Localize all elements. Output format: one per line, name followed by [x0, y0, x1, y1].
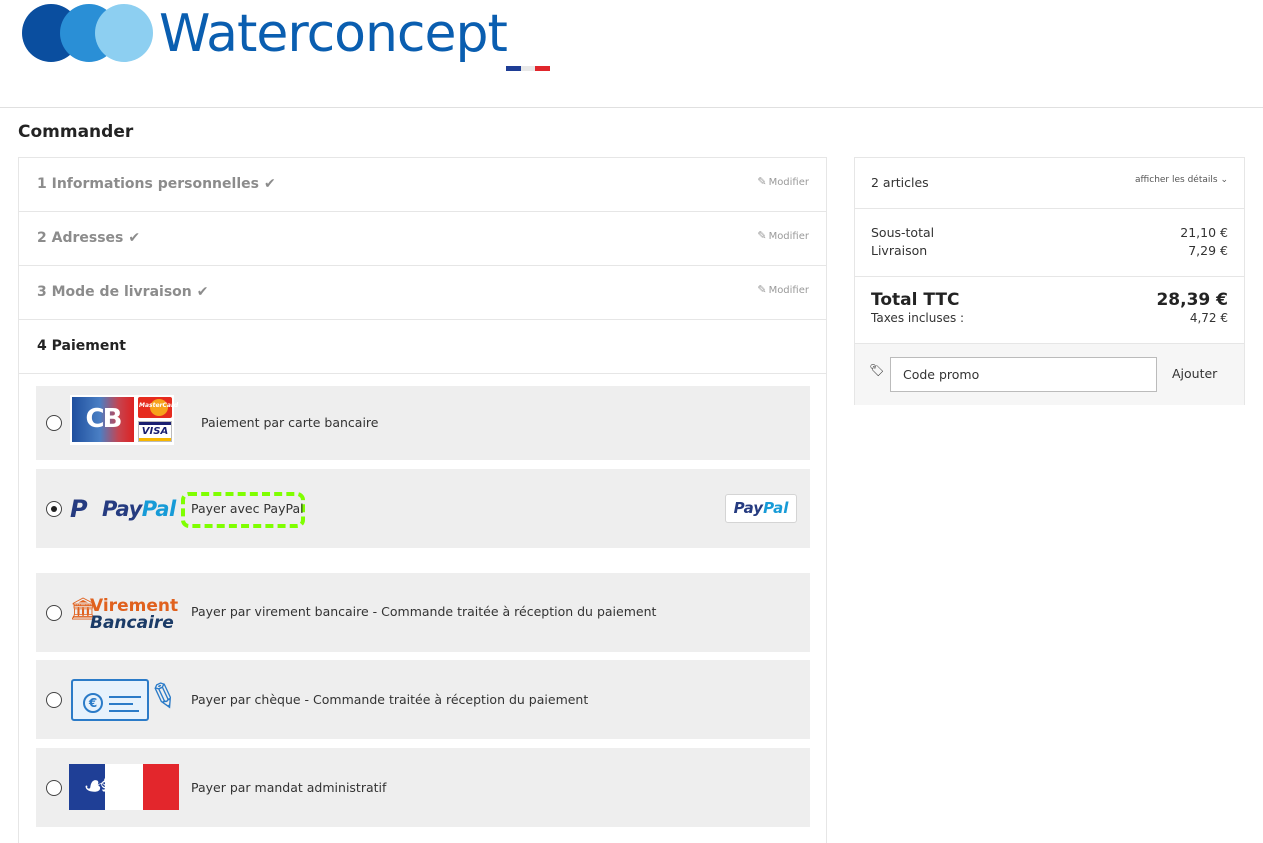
step-label: 3 Mode de livraison	[37, 284, 192, 300]
edit-step-link[interactable]: ✎ Modifier	[757, 175, 809, 188]
total-value: 28,39 €	[1156, 290, 1228, 310]
subtotal-row: Sous-total 21,10 €	[871, 225, 1228, 240]
payment-label-mandate: Payer par mandat administratif	[191, 780, 387, 795]
cart-summary: 2 articles afficher les détails ⌄ Sous-t…	[854, 157, 1245, 405]
edit-label: Modifier	[768, 285, 809, 296]
cb-logo: CB	[72, 397, 134, 442]
shipping-row: Livraison 7,29 €	[871, 243, 1228, 258]
subtotal-label: Sous-total	[871, 225, 935, 240]
pen-icon: ✎	[143, 673, 184, 721]
step-title: 1 Informations personnelles ✔	[37, 176, 276, 192]
edit-step-link[interactable]: ✎ Modifier	[757, 229, 809, 242]
paypal-p-icon: P	[70, 495, 88, 523]
promo-code-block: 🏷 Ajouter	[855, 344, 1244, 405]
cart-item-count: 2 articles	[871, 175, 929, 190]
payment-label-cheque: Payer par chèque - Commande traitée à ré…	[191, 692, 589, 707]
french-flag-icon	[506, 66, 551, 71]
payment-radio-mandate[interactable]	[46, 780, 62, 796]
bank-transfer-logo-icon: 🏛 Virement Bancaire	[69, 596, 181, 633]
transfer-logo-line2: Bancaire	[90, 613, 174, 633]
tax-value: 4,72 €	[1189, 311, 1228, 325]
mastercard-text: MasterCard	[139, 402, 179, 409]
payment-option-transfer[interactable]: 🏛 Virement Bancaire Payer par virement b…	[36, 573, 810, 652]
subtotal-value: 21,10 €	[1180, 225, 1228, 240]
step-title: 2 Adresses ✔	[37, 230, 140, 246]
checkout-steps: 1 Informations personnelles ✔ ✎ Modifier 2…	[18, 157, 827, 843]
payment-label-transfer: Payer par virement bancaire - Commande t…	[191, 604, 657, 619]
edit-label: Modifier	[768, 177, 809, 188]
step-label: 2 Adresses	[37, 230, 124, 246]
payment-option-paypal[interactable]: P PayPal Payer avec PayPal PayPal	[36, 469, 810, 548]
total-label: Total TTC	[871, 290, 960, 310]
step-delivery-mode[interactable]: 3 Mode de livraison ✔ ✎ Modifier	[19, 266, 826, 320]
visa-logo: VISA	[138, 421, 172, 442]
tax-label: Taxes incluses :	[871, 311, 965, 325]
show-details-link[interactable]: afficher les détails ⌄	[1135, 175, 1228, 185]
payment-option-mandate[interactable]: ☙ Payer par mandat administratif	[36, 748, 810, 827]
pencil-icon: ✎	[757, 229, 767, 242]
payment-option-card[interactable]: CB MasterCard VISA Paiement par carte ba…	[36, 386, 810, 460]
paypal-wordmark: PayPal	[102, 497, 176, 521]
chevron-down-icon: ⌄	[1220, 175, 1228, 185]
payment-label-paypal: Payer avec PayPal	[191, 501, 304, 516]
payment-option-cheque[interactable]: € ✎ Payer par chèque - Commande traitée …	[36, 660, 810, 739]
page-title: Commander	[18, 122, 134, 142]
payment-radio-cheque[interactable]	[46, 692, 62, 708]
paypal-button[interactable]: PayPal	[725, 494, 797, 523]
checkmark-icon: ✔	[263, 176, 276, 192]
step-payment: 4 Paiement	[19, 320, 826, 374]
shipping-value: 7,29 €	[1188, 243, 1228, 258]
add-promo-button[interactable]: Ajouter	[1172, 366, 1217, 381]
payment-radio-paypal[interactable]	[46, 501, 62, 517]
step-title: 4 Paiement	[37, 338, 126, 354]
checkmark-icon: ✔	[128, 230, 141, 246]
site-logo[interactable]: Waterconcept	[22, 4, 551, 76]
step-title: 3 Mode de livraison ✔	[37, 284, 208, 300]
step-label: 1 Informations personnelles	[37, 176, 259, 192]
checkmark-icon: ✔	[196, 284, 209, 300]
cart-summary-header: 2 articles afficher les détails ⌄	[855, 158, 1244, 209]
cart-summary-lines: Sous-total 21,10 € Livraison 7,29 €	[855, 209, 1244, 277]
step-addresses[interactable]: 2 Adresses ✔ ✎ Modifier	[19, 212, 826, 266]
pencil-icon: ✎	[757, 175, 767, 188]
shipping-label: Livraison	[871, 243, 928, 258]
promo-code-input[interactable]	[890, 357, 1157, 392]
payment-radio-transfer[interactable]	[46, 605, 62, 621]
logo-text: Waterconcept	[159, 4, 508, 64]
site-header: Waterconcept	[0, 0, 1263, 108]
payment-radio-card[interactable]	[46, 415, 62, 431]
pencil-icon: ✎	[757, 283, 767, 296]
tag-icon: 🏷	[869, 363, 885, 377]
cb-visa-mastercard-logo-icon: CB MasterCard VISA	[70, 395, 178, 445]
marianne-republique-icon: ☙	[69, 764, 179, 810]
cheque-icon: € ✎	[69, 673, 183, 725]
logo-circles-icon	[22, 4, 158, 64]
cart-total-block: Total TTC 28,39 € Taxes incluses : 4,72 …	[855, 277, 1244, 344]
edit-step-link[interactable]: ✎ Modifier	[757, 283, 809, 296]
payment-label-card: Paiement par carte bancaire	[201, 415, 379, 430]
step-personal-info[interactable]: 1 Informations personnelles ✔ ✎ Modifier	[19, 158, 826, 212]
edit-label: Modifier	[768, 231, 809, 242]
